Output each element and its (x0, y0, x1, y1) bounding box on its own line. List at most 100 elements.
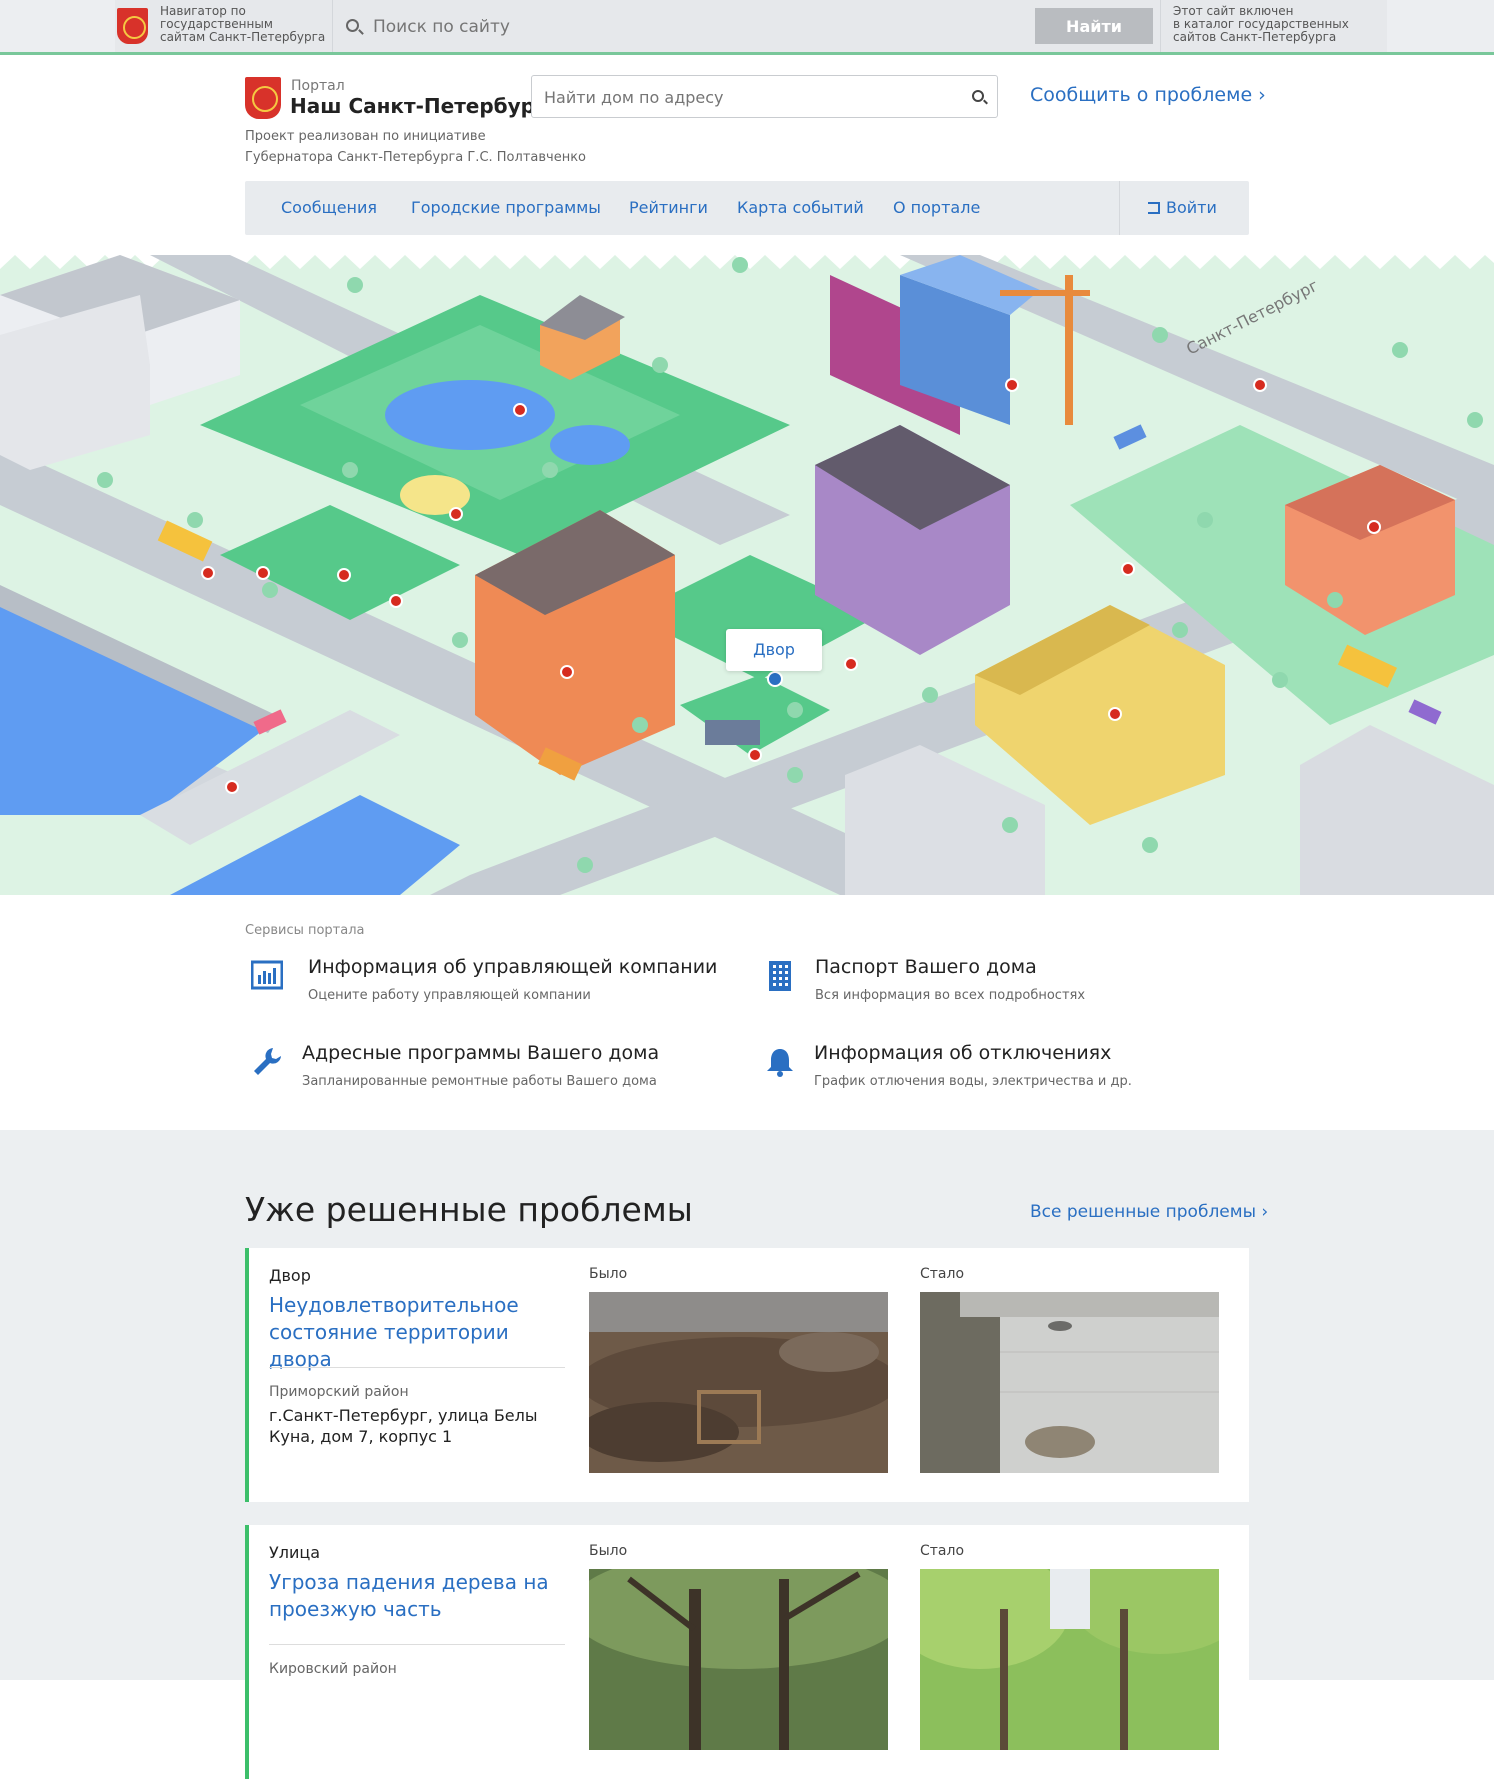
portal-logo-icon[interactable] (245, 77, 281, 119)
map-marker-selected (767, 671, 783, 687)
tree (1392, 342, 1408, 358)
solved-title: Уже решенные проблемы (245, 1190, 693, 1229)
map-marker (748, 748, 762, 762)
before-label: Было (589, 1266, 628, 1282)
map-marker (560, 665, 574, 679)
after-photo[interactable] (920, 1569, 1219, 1750)
tree (1172, 622, 1188, 638)
card-category: Улица (269, 1543, 321, 1562)
map-tooltip[interactable]: Двор (726, 629, 822, 671)
crane-tower (1065, 275, 1073, 425)
tree (1327, 592, 1343, 608)
nav-item-city-programs[interactable]: Городские программы (411, 198, 601, 217)
map-marker (1108, 707, 1122, 721)
tree (632, 717, 648, 733)
tree (262, 582, 278, 598)
bar-chart-icon (251, 960, 283, 990)
nav-item-ratings[interactable]: Рейтинги (629, 198, 708, 217)
card-title[interactable]: Неудовлетворительное состояние территори… (269, 1292, 559, 1373)
map-marker (844, 657, 858, 671)
card-title[interactable]: Угроза падения дерева на проезжую часть (269, 1569, 559, 1623)
tree (652, 357, 668, 373)
city-map-svg: Санкт-Петербург (0, 255, 1494, 895)
tree (1002, 817, 1018, 833)
service-title[interactable]: Информация об управляющей компании (308, 956, 717, 978)
portal-label: Портал (291, 78, 345, 94)
nav-item-event-map[interactable]: Карта событий (737, 198, 864, 217)
nav-item-messages[interactable]: Сообщения (281, 198, 377, 217)
gov-search-input[interactable] (373, 14, 973, 40)
map-marker (225, 780, 239, 794)
gov-search-button[interactable]: Найти (1035, 8, 1153, 44)
map-marker (449, 507, 463, 521)
map-marker (1367, 520, 1381, 534)
tree (1272, 672, 1288, 688)
tree (787, 767, 803, 783)
after-label: Стало (920, 1543, 965, 1559)
solved-card[interactable]: Улица Угроза падения дерева на проезжую … (245, 1525, 1249, 1779)
map-marker (389, 594, 403, 608)
portal-name[interactable]: Наш Санкт-Петербург (290, 94, 545, 118)
billboard (705, 720, 760, 745)
before-photo[interactable] (589, 1292, 888, 1473)
search-icon (346, 19, 359, 32)
nav-item-about[interactable]: О портале (893, 198, 980, 217)
tree (732, 257, 748, 273)
solved-card[interactable]: Двор Неудовлетворительное состояние терр… (245, 1248, 1249, 1502)
services-title: Сервисы портала (245, 923, 365, 938)
tree (1467, 412, 1483, 428)
wrench-icon (254, 1048, 281, 1075)
card-address: г.Санкт-Петербург, улица Белы Куна, дом … (269, 1406, 538, 1446)
solved-problems-section: Уже решенные проблемы Все решенные пробл… (0, 1130, 1494, 1779)
card-divider (269, 1367, 565, 1368)
spb-coat-of-arms-icon[interactable] (117, 8, 148, 44)
service-subtitle: Оцените работу управляющей компании (308, 988, 591, 1003)
park-pond (385, 380, 555, 450)
tree (1142, 837, 1158, 853)
before-label: Было (589, 1543, 628, 1559)
tree (922, 687, 938, 703)
tree (542, 462, 558, 478)
gov-navigator-text[interactable]: Навигатор по государственным сайтам Санк… (160, 5, 330, 44)
gov-navigator-bar: Навигатор по государственным сайтам Санк… (0, 0, 1494, 55)
service-title[interactable]: Адресные программы Вашего дома (302, 1042, 659, 1064)
city-map-illustration[interactable]: Санкт-Петербург Двор (0, 255, 1494, 895)
tree (347, 277, 363, 293)
map-marker (201, 566, 215, 580)
tree (1152, 327, 1168, 343)
service-title[interactable]: Паспорт Вашего дома (815, 956, 1037, 978)
map-marker (256, 566, 270, 580)
map-marker (337, 568, 351, 582)
service-subtitle: График отлючения воды, электричества и д… (814, 1074, 1132, 1089)
tree (187, 512, 203, 528)
map-marker (1121, 562, 1135, 576)
park-pond-small (550, 425, 630, 465)
map-marker (1005, 378, 1019, 392)
tree (787, 702, 803, 718)
building-icon (769, 961, 791, 991)
address-search-input[interactable] (544, 86, 944, 108)
address-search (531, 75, 998, 118)
after-label: Стало (920, 1266, 965, 1282)
search-icon[interactable] (972, 90, 984, 102)
report-problem-link[interactable]: Сообщить о проблеме › (1030, 84, 1266, 106)
card-divider (269, 1644, 565, 1645)
tree (1197, 512, 1213, 528)
tree (577, 857, 593, 873)
gov-catalog-text[interactable]: Этот сайт включен в каталог государствен… (1160, 0, 1387, 52)
bell-icon (767, 1049, 793, 1077)
all-solved-link[interactable]: Все решенные проблемы › (1030, 1202, 1268, 1222)
map-marker (513, 403, 527, 417)
service-subtitle: Запланированные ремонтные работы Вашего … (302, 1074, 657, 1089)
before-photo[interactable] (589, 1569, 888, 1750)
map-marker (1253, 378, 1267, 392)
login-label: Войти (1166, 198, 1217, 217)
gov-search (332, 0, 1032, 52)
login-button[interactable]: Войти (1119, 181, 1249, 235)
card-district: Приморский район (269, 1384, 409, 1400)
card-district: Кировский район (269, 1661, 397, 1677)
service-subtitle: Вся информация во всех подробностях (815, 988, 1086, 1003)
after-photo[interactable] (920, 1292, 1219, 1473)
service-title[interactable]: Информация об отключениях (814, 1042, 1111, 1064)
tree (452, 632, 468, 648)
